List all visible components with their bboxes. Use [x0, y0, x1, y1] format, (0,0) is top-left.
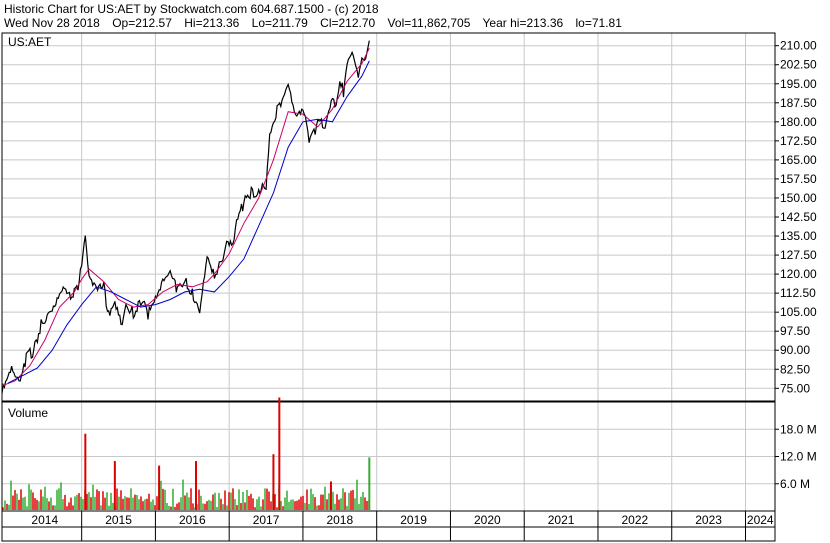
x-tick-label: 2015 [105, 513, 132, 527]
price-tick-label: 90.00 [780, 343, 810, 357]
quote-close: Cl=212.70 [320, 16, 376, 30]
price-tick-label: 187.50 [780, 96, 817, 110]
x-tick-label: 2022 [622, 513, 649, 527]
x-tick-label: 2020 [474, 513, 501, 527]
volume-panel [2, 397, 371, 510]
volume-panel-title: Volume [8, 406, 48, 420]
price-tick-label: 105.00 [780, 305, 817, 319]
x-tick-label: 2017 [253, 513, 280, 527]
quote-year-high: Year hi=213.36 [482, 16, 564, 30]
x-tick-label: 2016 [179, 513, 206, 527]
header-title: Historic Chart for US:AET by Stockwatch.… [4, 2, 379, 16]
price-tick-label: 202.50 [780, 58, 817, 72]
price-tick-label: 172.50 [780, 134, 817, 148]
price-tick-label: 127.50 [780, 248, 817, 262]
axis-labels: 210.00 202.50 195.00 187.50 180.00 172.50 165.… [31, 39, 817, 527]
x-tick-label: 2021 [548, 513, 575, 527]
price-tick-label: 157.50 [780, 172, 817, 186]
volume-tick-label: 6.0 M [780, 477, 810, 491]
price-tick-label: 210.00 [780, 39, 817, 53]
chart-frame [1, 32, 779, 542]
quote-open: Op=212.57 [112, 16, 172, 30]
price-tick-label: 75.00 [780, 381, 810, 395]
x-tick-label: 2024 [747, 513, 774, 527]
x-tick-label: 2018 [326, 513, 353, 527]
moving-average-long [7, 60, 370, 384]
price-tick-label: 150.00 [780, 191, 817, 205]
price-tick-label: 120.00 [780, 267, 817, 281]
quote-volume: Vol=11,862,705 [387, 16, 471, 30]
chart-window: 210.00 202.50 195.00 187.50 180.00 172.50 165.… [0, 0, 830, 543]
price-tick-label: 195.00 [780, 77, 817, 91]
header-quote: Wed Nov 28 2018 Op=212.57 Hi=213.36 Lo=2… [4, 16, 631, 30]
grid-lines [2, 33, 775, 511]
stock-chart: 210.00 202.50 195.00 187.50 180.00 172.50 165.… [1, 32, 817, 542]
quote-date: Wed Nov 28 2018 [4, 16, 100, 30]
x-tick-label: 2014 [31, 513, 58, 527]
x-tick-label: 2023 [695, 513, 722, 527]
price-panel-title: US:AET [8, 35, 52, 49]
quote-year-low: lo=71.81 [575, 16, 622, 30]
quote-low: Lo=211.79 [251, 16, 308, 30]
volume-tick-label: 12.0 M [780, 450, 817, 464]
price-tick-label: 135.00 [780, 229, 817, 243]
volume-tick-label: 18.0 M [780, 422, 817, 436]
price-tick-label: 82.50 [780, 362, 810, 376]
price-tick-label: 180.00 [780, 115, 817, 129]
price-tick-label: 142.50 [780, 210, 817, 224]
x-tick-label: 2019 [400, 513, 427, 527]
price-tick-label: 112.50 [780, 286, 816, 300]
quote-high: Hi=213.36 [184, 16, 240, 30]
price-tick-label: 97.50 [780, 324, 810, 338]
price-tick-label: 165.00 [780, 153, 817, 167]
